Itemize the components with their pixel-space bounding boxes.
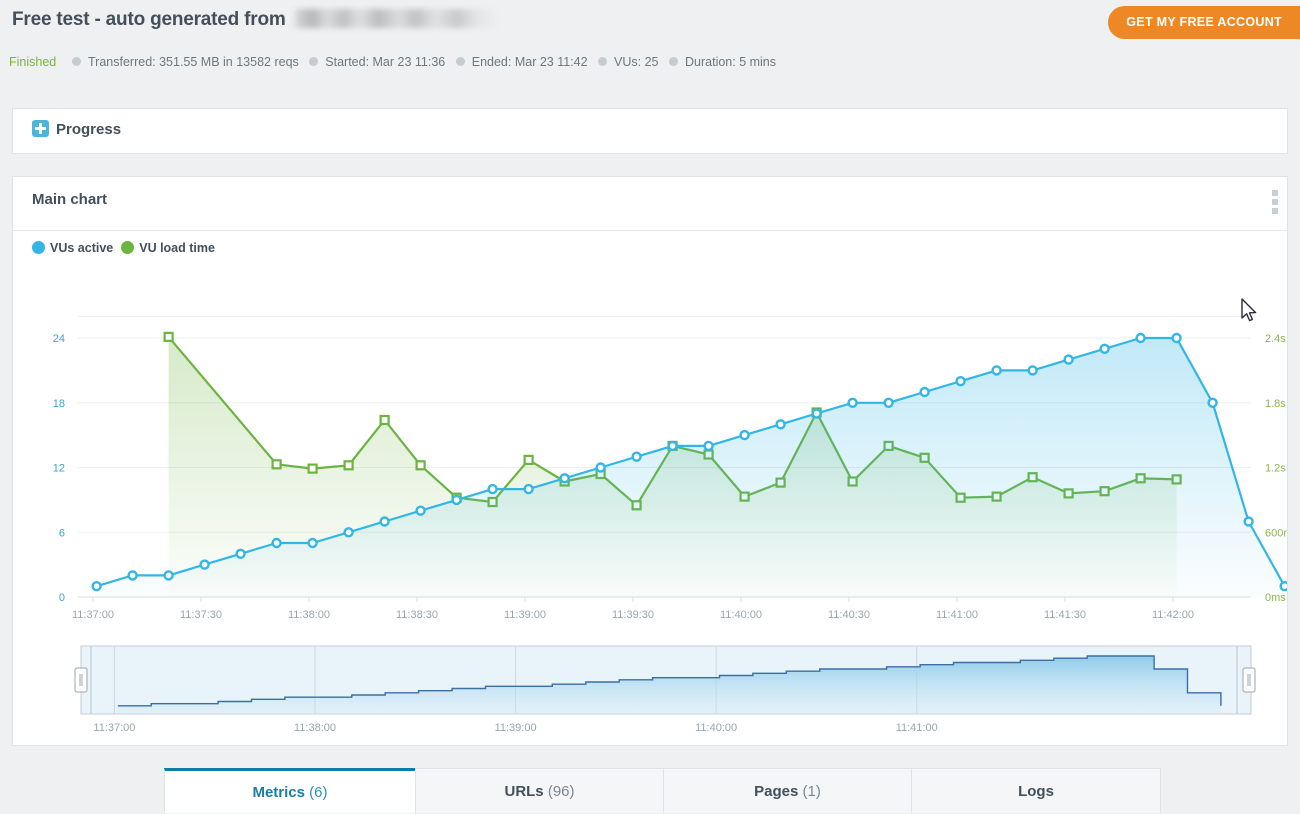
chart-legend: VUs active VU load time bbox=[32, 241, 223, 255]
svg-text:11:41:00: 11:41:00 bbox=[936, 609, 978, 621]
legend-dot-blue-icon bbox=[32, 241, 45, 254]
svg-text:11:38:30: 11:38:30 bbox=[396, 609, 438, 621]
main-chart-plot[interactable]: 061218240ms600ms1.2s1.8s2.4s11:37:0011:3… bbox=[13, 263, 1287, 743]
status-transferred-text: Transferred: 351.55 MB in 13582 reqs bbox=[88, 55, 299, 69]
status-item-started: Started: Mar 23 11:36 bbox=[305, 55, 445, 69]
svg-text:600ms: 600ms bbox=[1265, 527, 1287, 539]
tab-pages-label: Pages bbox=[754, 783, 799, 800]
svg-text:1.8s: 1.8s bbox=[1265, 398, 1286, 410]
tab-urls-count: (96) bbox=[547, 783, 575, 800]
status-duration-text: Duration: 5 mins bbox=[685, 55, 777, 69]
svg-text:11:39:00: 11:39:00 bbox=[504, 609, 546, 621]
bullet-dot-icon bbox=[309, 57, 319, 66]
legend-item-vus-active[interactable]: VUs active bbox=[32, 241, 113, 255]
svg-text:11:38:00: 11:38:00 bbox=[294, 722, 336, 734]
nav-handle-left[interactable] bbox=[74, 667, 88, 693]
main-chart-panel: Main chart VUs active VU load time 0 6 12 18… bbox=[12, 176, 1288, 746]
page-header: Free test - auto generated from GET MY F… bbox=[0, 0, 1300, 45]
tab-urls[interactable]: URLs (96) bbox=[415, 768, 664, 813]
status-vus-text: VUs: 25 bbox=[614, 55, 659, 69]
svg-text:11:39:00: 11:39:00 bbox=[495, 722, 537, 734]
progress-panel[interactable]: Progress bbox=[12, 108, 1288, 154]
svg-text:1.2s: 1.2s bbox=[1265, 463, 1286, 475]
progress-panel-header[interactable]: Progress bbox=[32, 120, 121, 138]
svg-text:11:40:00: 11:40:00 bbox=[720, 609, 762, 621]
status-item-vus: VUs: 25 bbox=[594, 55, 659, 69]
chart-context-menu-icon[interactable] bbox=[1272, 190, 1278, 214]
svg-text:6: 6 bbox=[59, 527, 65, 539]
chart-header-divider bbox=[13, 230, 1287, 231]
svg-text:11:41:00: 11:41:00 bbox=[896, 722, 938, 734]
tab-metrics[interactable]: Metrics (6) bbox=[164, 768, 416, 813]
status-state: Finished bbox=[9, 55, 57, 69]
svg-text:24: 24 bbox=[53, 333, 65, 345]
svg-text:0: 0 bbox=[59, 592, 65, 604]
bullet-dot-icon bbox=[598, 57, 608, 66]
status-ended-text: Ended: Mar 23 11:42 bbox=[471, 55, 588, 69]
status-item-transferred: Transferred: 351.55 MB in 13582 reqs bbox=[68, 55, 299, 69]
redacted-url bbox=[291, 9, 498, 28]
progress-panel-title: Progress bbox=[56, 121, 122, 138]
page-title-text: Free test - auto generated from bbox=[12, 9, 286, 30]
bottom-tabs: Metrics (6) URLs (96) Pages (1) Logs bbox=[164, 768, 1164, 813]
bullet-dot-icon bbox=[455, 57, 465, 66]
test-status-bar: Finished Transferred: 351.55 MB in 13582… bbox=[0, 50, 1300, 78]
status-item-duration: Duration: 5 mins bbox=[665, 55, 776, 69]
tab-pages-count: (1) bbox=[802, 783, 821, 800]
main-chart-title: Main chart bbox=[32, 191, 108, 208]
legend-label-vu-load-time: VU load time bbox=[139, 241, 215, 255]
svg-text:11:39:30: 11:39:30 bbox=[612, 609, 654, 621]
svg-text:18: 18 bbox=[53, 398, 65, 410]
tab-logs[interactable]: Logs bbox=[911, 768, 1161, 813]
get-free-account-button[interactable]: GET MY FREE ACCOUNT bbox=[1108, 6, 1300, 39]
tab-metrics-count: (6) bbox=[309, 784, 328, 801]
status-items: Transferred: 351.55 MB in 13582 reqs Sta… bbox=[68, 55, 779, 69]
bullet-dot-icon bbox=[72, 57, 81, 66]
legend-dot-green-icon bbox=[121, 241, 135, 254]
svg-text:11:37:30: 11:37:30 bbox=[180, 609, 222, 621]
bullet-dot-icon bbox=[669, 57, 678, 66]
tab-urls-label: URLs bbox=[504, 783, 544, 800]
status-item-ended: Ended: Mar 23 11:42 bbox=[452, 55, 588, 69]
status-started-text: Started: Mar 23 11:36 bbox=[325, 55, 446, 69]
svg-text:11:42:00: 11:42:00 bbox=[1152, 609, 1194, 621]
legend-item-vu-load-time[interactable]: VU load time bbox=[121, 241, 215, 255]
svg-text:11:40:30: 11:40:30 bbox=[828, 609, 870, 621]
svg-text:12: 12 bbox=[53, 463, 65, 475]
plus-square-icon[interactable] bbox=[32, 120, 49, 137]
legend-label-vus-active: VUs active bbox=[50, 241, 114, 255]
tab-metrics-label: Metrics bbox=[252, 784, 305, 801]
svg-text:11:38:00: 11:38:00 bbox=[288, 609, 330, 621]
tab-pages[interactable]: Pages (1) bbox=[663, 768, 912, 813]
nav-handle-right[interactable] bbox=[1242, 667, 1256, 693]
svg-text:2.4s: 2.4s bbox=[1265, 333, 1286, 345]
tab-logs-label: Logs bbox=[1018, 783, 1054, 800]
page-title: Free test - auto generated from bbox=[12, 9, 498, 31]
svg-text:11:41:30: 11:41:30 bbox=[1044, 609, 1086, 621]
svg-text:11:37:00: 11:37:00 bbox=[72, 609, 114, 621]
svg-text:11:37:00: 11:37:00 bbox=[93, 722, 135, 734]
svg-text:11:40:00: 11:40:00 bbox=[695, 722, 737, 734]
